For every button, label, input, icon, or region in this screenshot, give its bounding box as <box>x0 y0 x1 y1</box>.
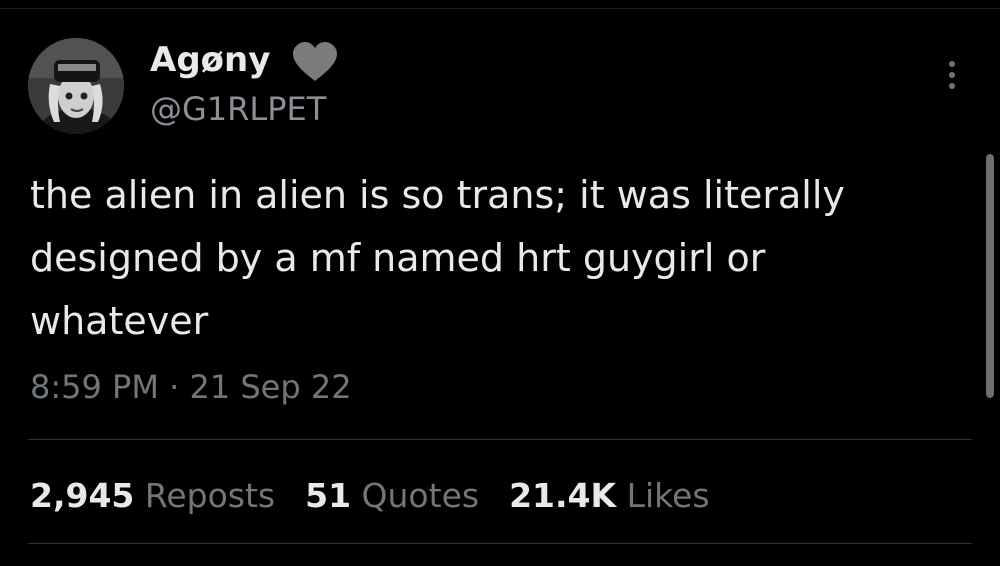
quotes-label: Quotes <box>361 475 480 515</box>
engagement-stats: 2,945 Reposts 51 Quotes 21.4K Likes <box>30 470 740 520</box>
quotes-stat[interactable]: 51 Quotes <box>305 476 479 515</box>
user-handle[interactable]: @G1RLPET <box>150 86 326 132</box>
tweet-text-line: designed by a mf named hrt guygirl or <box>30 236 766 280</box>
top-divider <box>0 8 1000 9</box>
grey-heart-icon <box>293 42 337 81</box>
quotes-count: 51 <box>305 475 352 515</box>
tweet-text-line: the alien in alien is so trans; it was l… <box>30 173 845 217</box>
divider <box>28 439 972 440</box>
more-options-icon[interactable] <box>938 58 966 94</box>
likes-stat[interactable]: 21.4K Likes <box>509 476 709 515</box>
avatar-photo <box>28 38 124 134</box>
tweet-text: the alien in alien is so trans; it was l… <box>30 164 974 353</box>
display-name[interactable]: Agøny <box>150 36 270 84</box>
scrollbar-thumb[interactable] <box>986 154 994 398</box>
avatar[interactable] <box>28 38 124 134</box>
tweet-text-line: whatever <box>30 299 209 343</box>
tweet-timestamp[interactable]: 8:59 PM · 21 Sep 22 <box>30 364 352 410</box>
divider <box>28 543 972 544</box>
reposts-label: Reposts <box>144 475 276 515</box>
likes-label: Likes <box>626 475 710 515</box>
reposts-stat[interactable]: 2,945 Reposts <box>30 476 275 515</box>
likes-count: 21.4K <box>509 475 617 515</box>
reposts-count: 2,945 <box>30 475 135 515</box>
